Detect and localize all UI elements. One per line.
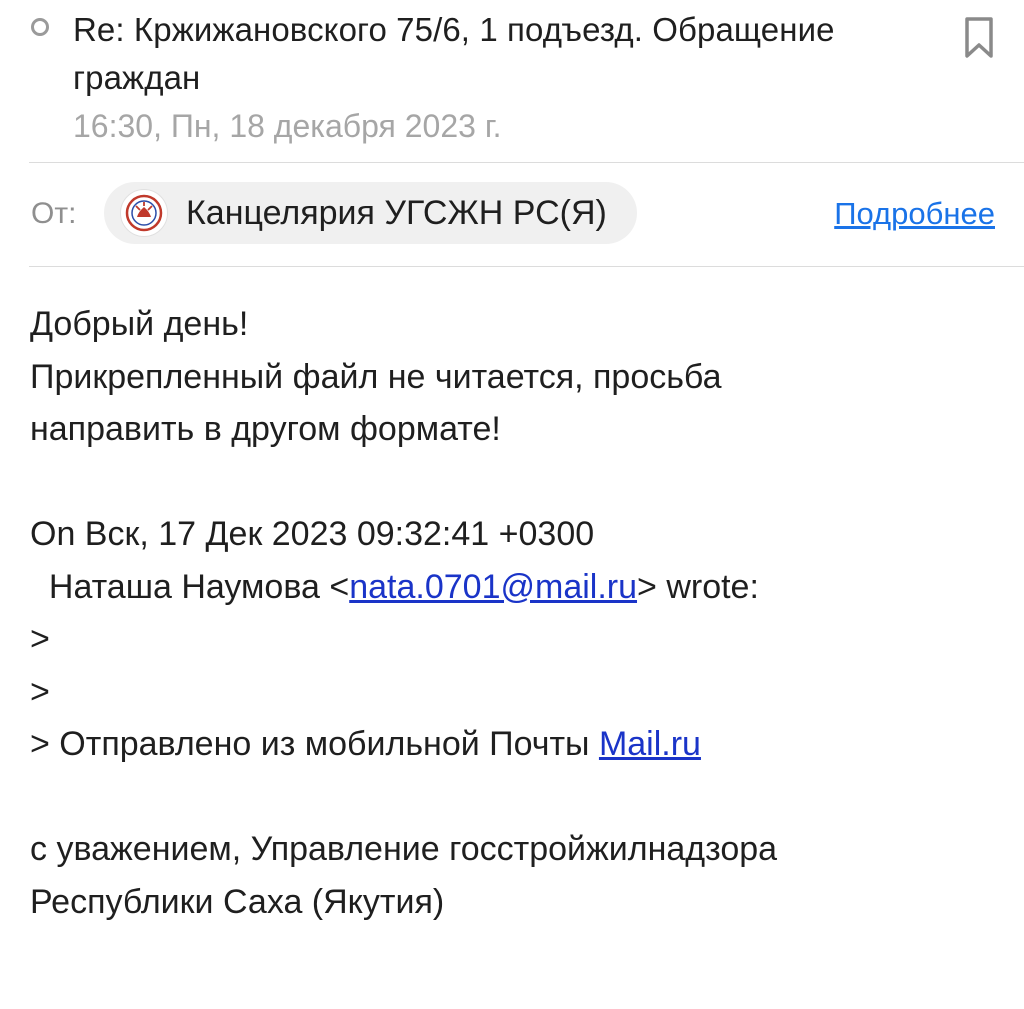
header-divider <box>29 162 1024 163</box>
email-date: 16:30, Пн, 18 декабря 2023 г. <box>73 108 502 144</box>
body-line: направить в другом формате! <box>30 410 501 448</box>
from-label: От: <box>31 197 77 230</box>
quote-footer-text: > Отправлено из мобильной Почты <box>30 725 599 763</box>
quote-footer: > Отправлено из мобильной Почты Mail.ru <box>30 718 1010 771</box>
quote-email-link[interactable]: nata.0701@mail.ru <box>349 568 637 606</box>
details-link[interactable]: Подробнее <box>834 192 995 236</box>
quote-header-sender: Наташа Наумова <nata.0701@mail.ru> wrote… <box>30 561 1010 614</box>
quote-header-date: On Вск, 17 Дек 2023 09:32:41 +0300 <box>30 515 595 553</box>
sender-chip[interactable]: Канцелярия УГСЖН РС(Я) <box>104 182 637 244</box>
email-view: Re: Кржижановского 75/6, 1 подъезд. Обра… <box>0 0 1024 1009</box>
signature-line: Республики Саха (Якутия) <box>30 882 445 921</box>
signature-line: с уважением, Управление госстройжилнадзо… <box>30 830 778 868</box>
sender-name: Канцелярия УГСЖН РС(Я) <box>186 194 607 232</box>
quote-marker: > <box>30 620 50 658</box>
quote-sender-prefix: Наташа Наумова < <box>30 567 350 606</box>
email-header: Re: Кржижановского 75/6, 1 подъезд. Обра… <box>0 0 1024 162</box>
sender-emblem-icon <box>120 189 168 237</box>
body-greeting: Добрый день! <box>30 305 249 343</box>
from-divider <box>29 266 1024 267</box>
quote-sender-suffix: > wrote: <box>637 567 759 606</box>
email-subject: Re: Кржижановского 75/6, 1 подъезд. Обра… <box>73 11 835 96</box>
body-line: Прикрепленный файл не читается, просьба <box>30 357 722 396</box>
unread-dot-icon[interactable] <box>31 18 49 36</box>
bookmark-icon[interactable] <box>962 16 996 60</box>
quote-marker: > <box>30 672 50 711</box>
email-body: Добрый день! Прикрепленный файл не читае… <box>30 298 1010 928</box>
mailru-link[interactable]: Mail.ru <box>599 725 701 763</box>
